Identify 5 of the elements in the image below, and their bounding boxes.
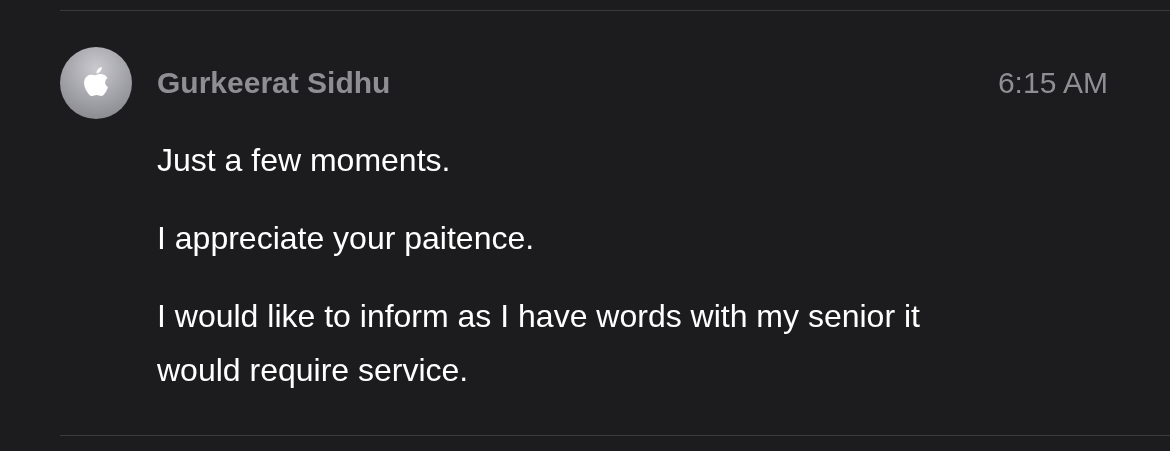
message-text: I would like to inform as I have words with my senior it would require service. — [157, 297, 921, 390]
sender-name: Gurkeerat Sidhu — [157, 66, 392, 100]
message-text: Just a few moments. — [157, 141, 452, 180]
message-text: I appreciate your paitence. — [157, 219, 536, 258]
message-time: 6:15 AM — [997, 66, 1108, 100]
